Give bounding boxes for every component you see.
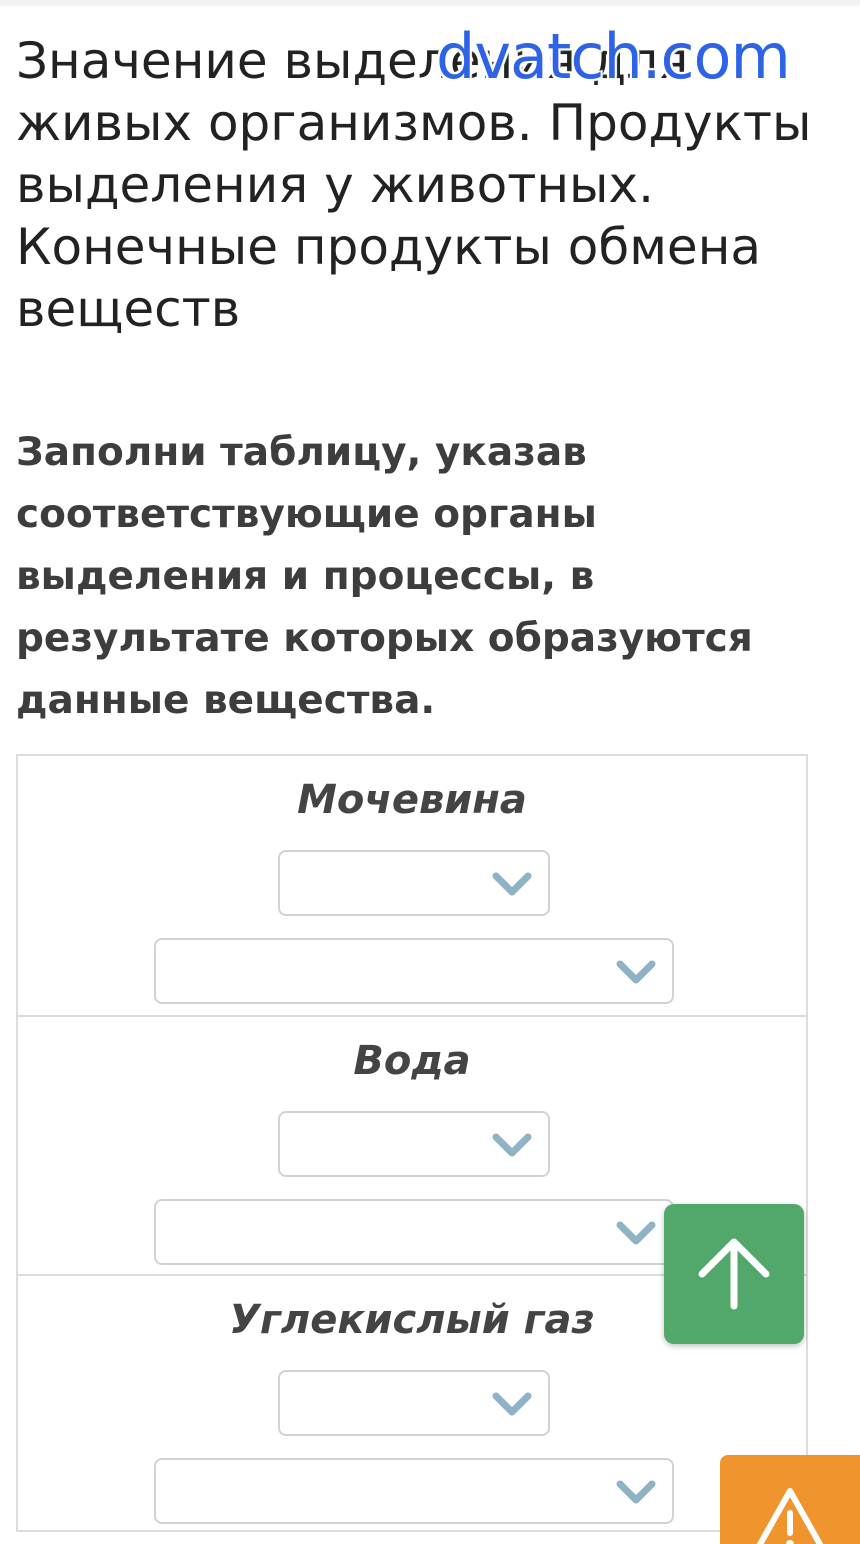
process-select[interactable] (154, 1199, 674, 1265)
chevron-down-icon (492, 1133, 532, 1157)
arrow-up-icon (698, 1238, 770, 1310)
warning-icon (756, 1488, 824, 1544)
scroll-to-top-button[interactable] (664, 1204, 804, 1344)
table-row-urea: Мочевина (18, 756, 806, 1015)
row-label: Мочевина (297, 777, 527, 823)
process-select[interactable] (154, 938, 674, 1004)
chevron-down-icon (616, 1221, 656, 1245)
row-label: Вода (353, 1038, 471, 1084)
task-instruction: Заполни таблицу, указав соответствующие … (16, 430, 753, 723)
organ-select[interactable] (278, 1370, 550, 1436)
organ-select[interactable] (278, 1111, 550, 1177)
task-table: Мочевина Вода Углекислый газ (16, 754, 808, 1532)
chevron-down-icon (616, 960, 656, 984)
chevron-down-icon (492, 872, 532, 896)
top-strip (0, 0, 860, 6)
chevron-down-icon (616, 1480, 656, 1504)
watermark: dvatch.com (436, 20, 791, 93)
report-problem-button[interactable] (720, 1455, 860, 1544)
process-select[interactable] (154, 1458, 674, 1524)
chevron-down-icon (492, 1392, 532, 1416)
organ-select[interactable] (278, 850, 550, 916)
